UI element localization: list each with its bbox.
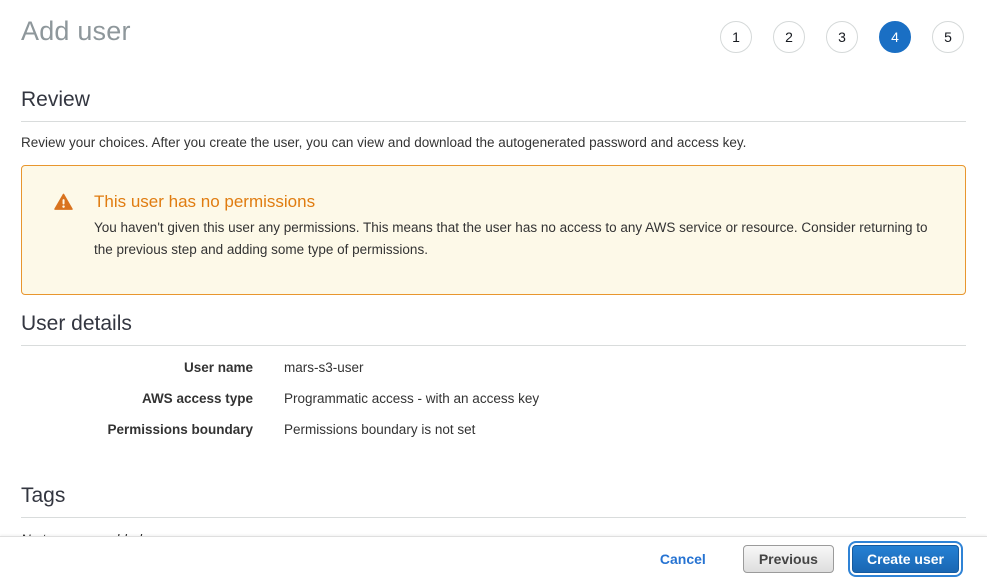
user-details-list: User name mars-s3-user AWS access type P… xyxy=(21,352,966,445)
no-permissions-warning-box: This user has no permissions You haven't… xyxy=(21,165,966,295)
wizard-footer: Cancel Previous Create user xyxy=(0,536,987,581)
main-content: Review Review your choices. After you cr… xyxy=(0,88,987,547)
detail-label: AWS access type xyxy=(21,391,253,406)
create-user-button[interactable]: Create user xyxy=(852,545,959,573)
cancel-link[interactable]: Cancel xyxy=(660,551,706,567)
detail-row-access-type: AWS access type Programmatic access - wi… xyxy=(21,383,966,414)
step-indicator-5: 5 xyxy=(932,21,964,53)
wizard-step-indicator: 1 2 3 4 5 xyxy=(720,21,964,53)
step-indicator-3: 3 xyxy=(826,21,858,53)
warning-triangle-icon xyxy=(54,192,94,257)
warning-title: This user has no permissions xyxy=(94,192,945,212)
warning-body: You haven't given this user any permissi… xyxy=(94,217,945,261)
detail-value: Programmatic access - with an access key xyxy=(284,391,539,406)
detail-label: User name xyxy=(21,360,253,375)
detail-value: mars-s3-user xyxy=(284,360,364,375)
user-details-section-heading: User details xyxy=(21,312,966,346)
detail-row-permissions-boundary: Permissions boundary Permissions boundar… xyxy=(21,414,966,445)
detail-value: Permissions boundary is not set xyxy=(284,422,475,437)
review-section-heading: Review xyxy=(21,88,966,122)
page-title: Add user xyxy=(21,16,131,47)
step-indicator-2: 2 xyxy=(773,21,805,53)
review-description: Review your choices. After you create th… xyxy=(21,135,966,150)
previous-button[interactable]: Previous xyxy=(743,545,834,573)
detail-label: Permissions boundary xyxy=(21,422,253,437)
wizard-header: Add user 1 2 3 4 5 xyxy=(0,0,987,70)
warning-text-block: This user has no permissions You haven't… xyxy=(94,192,945,257)
step-indicator-4-active: 4 xyxy=(879,21,911,53)
tags-section-heading: Tags xyxy=(21,484,966,518)
step-indicator-1: 1 xyxy=(720,21,752,53)
detail-row-user-name: User name mars-s3-user xyxy=(21,352,966,383)
